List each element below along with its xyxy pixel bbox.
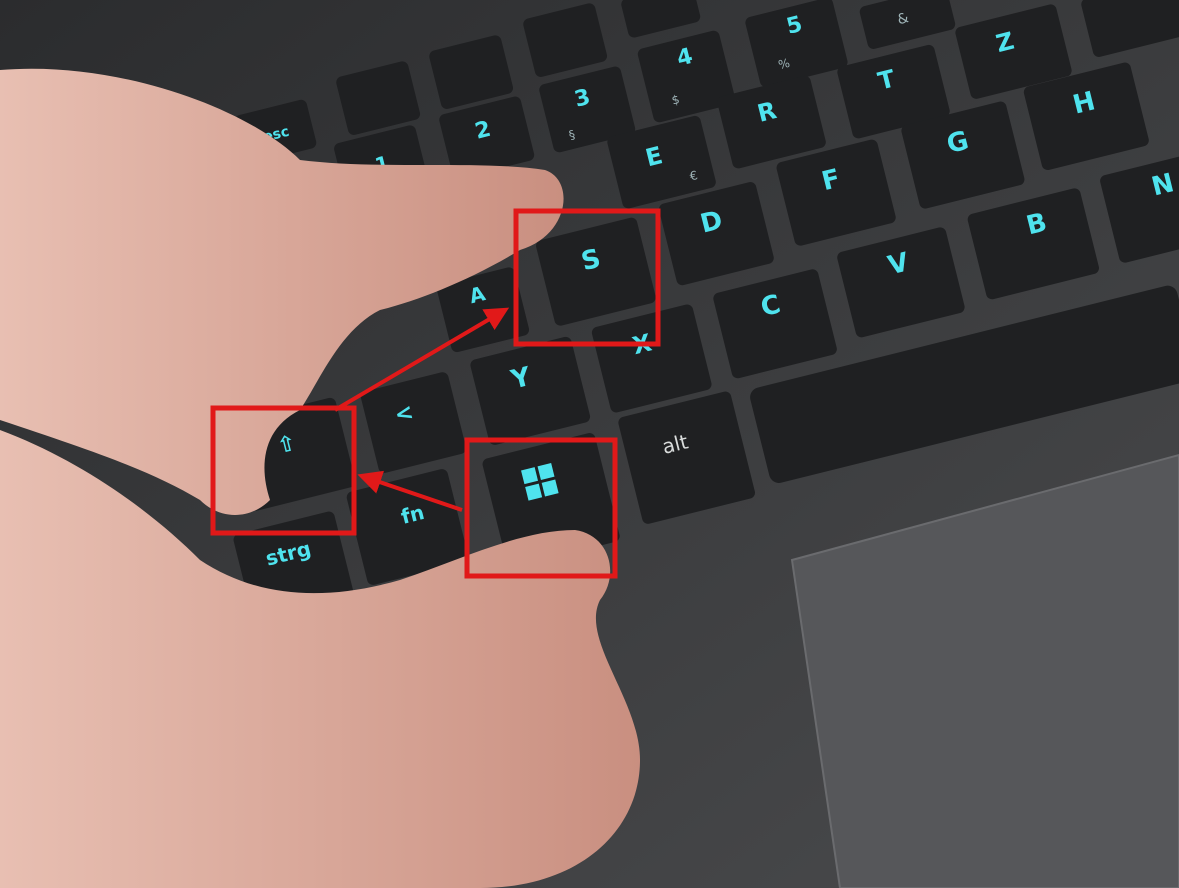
photo-scene: esc 1 2 3 § 4 $ 5 % & E € R T Z A S D F … (0, 0, 1179, 888)
